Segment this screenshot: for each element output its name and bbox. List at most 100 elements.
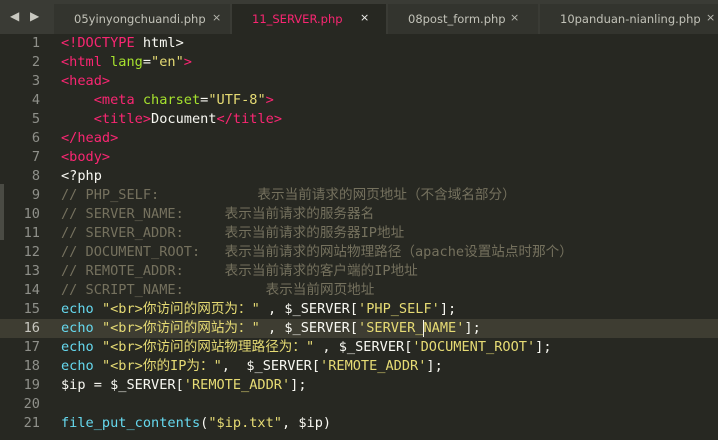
code-token: > — [265, 92, 274, 108]
code-text[interactable]: <title>Document</title> — [61, 110, 282, 129]
code-text[interactable]: // SERVER_NAME: 表示当前请求的服务器名 — [61, 205, 374, 224]
code-line[interactable]: 21 file_put_contents("$ip.txt", $ip) — [0, 414, 718, 433]
line-number: 4 — [31, 92, 40, 108]
code-line[interactable]: 4 <meta charset="UTF-8"> — [0, 91, 718, 110]
code-line[interactable]: 13 // REMOTE_ADDR: 表示当前请求的客户端的IP地址 — [0, 262, 718, 281]
code-line[interactable]: 9 // PHP_SELF: 表示当前请求的网页地址（不含域名部分） — [0, 186, 718, 205]
code-line[interactable]: 8 <?php — [0, 167, 718, 186]
code-text[interactable]: echo "<br>你访问的网站为：" , $_SERVER['SERVER_N… — [61, 319, 481, 338]
code-token: "<br>你访问的网站物理路径为：" — [101, 339, 315, 355]
code-line[interactable]: 19 $ip = $_SERVER['REMOTE_ADDR']; — [0, 376, 718, 395]
code-token: "UTF-8" — [208, 92, 266, 108]
code-line[interactable]: 15 echo "<br>你访问的网页为：" , $_SERVER['PHP_SE… — [0, 300, 718, 319]
code-token: <meta — [93, 92, 135, 108]
code-token: </title> — [216, 111, 283, 127]
code-line[interactable]: 18 echo "<br>你的IP为：", $_SERVER['REMOTE_AD… — [0, 357, 718, 376]
line-number: 17 — [23, 339, 40, 355]
code-line[interactable]: 12 // DOCUMENT_ROOT: 表示当前请求的网站物理路径（apache… — [0, 243, 718, 262]
code-token: , $_SERVER[ — [221, 358, 321, 374]
code-line[interactable]: 20 — [0, 395, 718, 414]
code-text[interactable]: echo "<br>你访问的网页为：" , $_SERVER['PHP_SELF… — [61, 300, 456, 319]
code-text[interactable]: // SCRIPT_NAME: 表示当前网页地址 — [61, 281, 374, 300]
code-text[interactable]: // PHP_SELF: 表示当前请求的网页地址（不含域名部分） — [61, 186, 516, 205]
code-text[interactable]: // DOCUMENT_ROOT: 表示当前请求的网站物理路径（apache设置… — [61, 243, 573, 262]
line-number: 18 — [23, 358, 40, 374]
tab-label: 11_SERVER.php — [252, 12, 343, 26]
code-token: Document — [151, 111, 217, 127]
code-token: 'DOCUMENT_ROOT' — [412, 339, 536, 355]
code-token: $ip = $_SERVER[ — [61, 377, 184, 393]
code-token: "<br>你访问的网页为：" — [101, 301, 260, 317]
code-token: // SERVER_ADDR: 表示当前请求的服务器IP地址 — [61, 225, 405, 241]
line-number: 13 — [23, 263, 40, 279]
code-token: echo — [61, 301, 94, 317]
code-text[interactable]: echo "<br>你访问的网站物理路径为：" , $_SERVER['DOCU… — [61, 338, 552, 357]
code-text[interactable]: echo "<br>你的IP为：", $_SERVER['REMOTE_ADDR… — [61, 357, 443, 376]
code-text[interactable]: <head> — [61, 72, 110, 91]
code-text[interactable]: <!DOCTYPE html> — [61, 34, 184, 53]
tab-11-server[interactable]: 11_SERVER.php × — [232, 4, 386, 34]
code-token: </head> — [61, 130, 119, 146]
code-line[interactable]: 14 // SCRIPT_NAME: 表示当前网页地址 — [0, 281, 718, 300]
code-token: > — [183, 54, 192, 70]
code-line[interactable]: 7 <body> — [0, 148, 718, 167]
code-token: charset — [142, 92, 201, 108]
code-token: html> — [134, 35, 184, 51]
code-text[interactable]: file_put_contents("$ip.txt", $ip) — [61, 414, 331, 433]
line-number: 15 — [23, 301, 40, 317]
code-line[interactable]: 11 // SERVER_ADDR: 表示当前请求的服务器IP地址 — [0, 224, 718, 243]
tab-label: 08post_form.php — [408, 12, 506, 26]
tab-08post-form[interactable]: 08post_form.php × — [388, 4, 538, 34]
close-icon[interactable]: × — [360, 11, 369, 24]
line-number: 9 — [31, 187, 40, 203]
line-number: 21 — [23, 415, 40, 431]
code-line[interactable]: 17 echo "<br>你访问的网站物理路径为：" , $_SERVER['DO… — [0, 338, 718, 357]
chevron-left-icon[interactable]: ◀ — [10, 9, 19, 23]
code-token: <?php — [61, 168, 102, 184]
code-token: "<br>你访问的网站为：" — [101, 320, 260, 336]
code-line[interactable]: 2 <html lang="en"> — [0, 53, 718, 72]
code-token: ]; — [535, 339, 552, 355]
line-number: 8 — [31, 168, 40, 184]
code-token: lang — [110, 54, 143, 70]
code-line[interactable]: 6 </head> — [0, 129, 718, 148]
code-text[interactable]: <?php — [61, 167, 102, 186]
code-token: ]; — [426, 358, 443, 374]
code-token: // SCRIPT_NAME: 表示当前网页地址 — [61, 282, 375, 298]
code-token: , $_SERVER[ — [259, 320, 359, 336]
code-text[interactable]: // REMOTE_ADDR: 表示当前请求的客户端的IP地址 — [61, 262, 418, 281]
code-token: , $_SERVER[ — [314, 339, 413, 355]
code-line[interactable]: 5 <title>Document</title> — [0, 110, 718, 129]
code-token: <head> — [61, 73, 111, 89]
line-number: 12 — [23, 244, 40, 260]
code-token: 'SERVER_ — [358, 320, 424, 336]
tab-navigation: ◀ ▶ — [0, 0, 52, 34]
code-text[interactable]: <meta charset="UTF-8"> — [61, 91, 274, 110]
line-number: 3 — [31, 73, 40, 89]
code-text[interactable]: </head> — [61, 129, 118, 148]
line-number: 16 — [23, 320, 40, 336]
close-icon[interactable]: × — [510, 11, 519, 24]
tab-05yinyongchuandi[interactable]: 05yinyongchuandi.php × — [54, 4, 230, 34]
code-line[interactable]: 16 echo "<br>你访问的网站为：" , $_SERVER['SERVER… — [0, 319, 718, 338]
code-text[interactable]: <body> — [61, 148, 110, 167]
code-text[interactable]: // SERVER_ADDR: 表示当前请求的服务器IP地址 — [61, 224, 404, 243]
code-line[interactable]: 3 <head> — [0, 72, 718, 91]
tab-10panduan-nianling[interactable]: 10panduan-nianling.php × — [540, 4, 718, 34]
code-token: <html — [61, 54, 102, 70]
close-icon[interactable]: × — [706, 11, 715, 24]
code-line[interactable]: 1 <!DOCTYPE html> — [0, 34, 718, 53]
code-line[interactable]: 10 // SERVER_NAME: 表示当前请求的服务器名 — [0, 205, 718, 224]
line-number: 5 — [31, 111, 40, 127]
chevron-right-icon[interactable]: ▶ — [30, 9, 39, 23]
code-text[interactable]: $ip = $_SERVER['REMOTE_ADDR']; — [61, 376, 307, 395]
code-text[interactable]: <html lang="en"> — [61, 53, 192, 72]
code-token: echo — [61, 358, 94, 374]
close-icon[interactable]: × — [212, 11, 221, 24]
code-token: echo — [61, 339, 94, 355]
